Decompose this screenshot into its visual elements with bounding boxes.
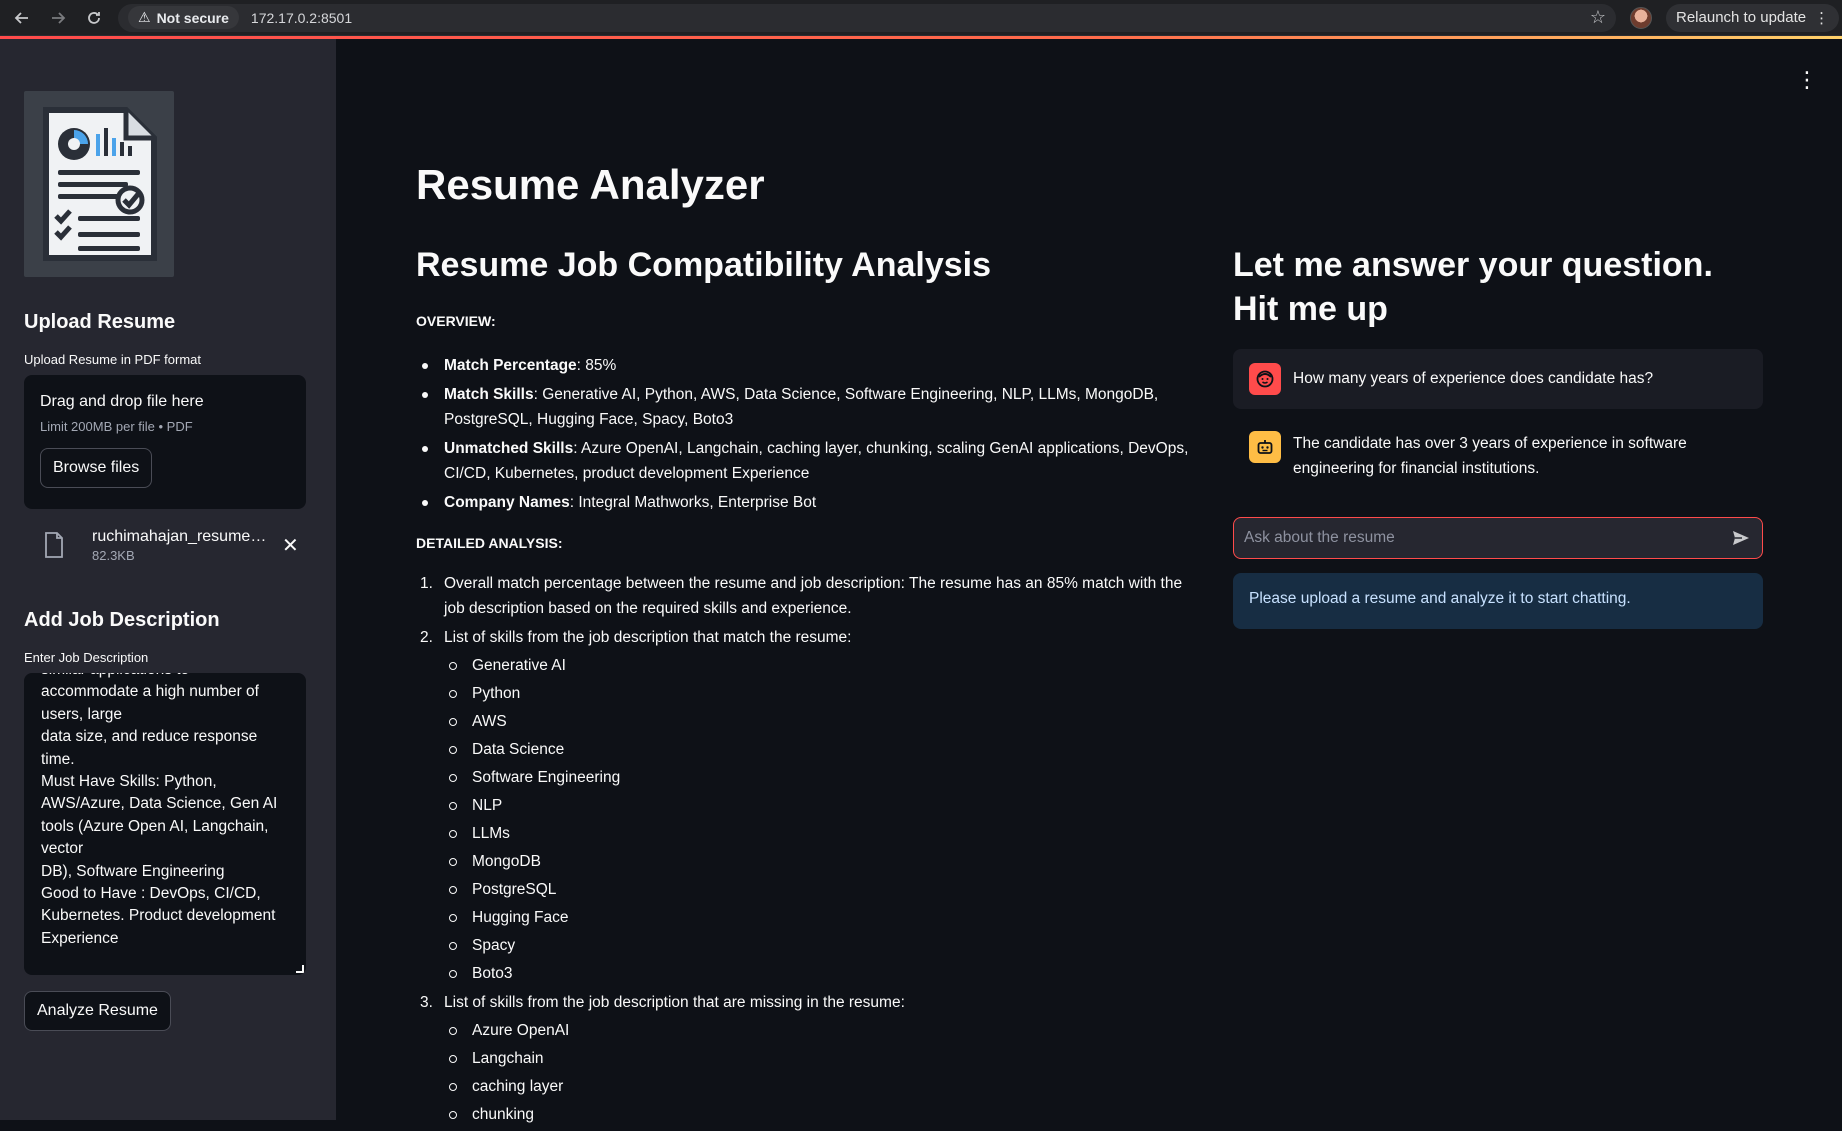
skill-item: NLP	[449, 793, 1196, 818]
skill-item: Data Science	[449, 737, 1196, 762]
browser-toolbar: ⚠ Not secure 172.17.0.2:8501 ☆ Relaunch …	[0, 0, 1842, 36]
chat-input-container[interactable]	[1233, 517, 1763, 559]
relaunch-button[interactable]: Relaunch to update ⋮	[1666, 3, 1840, 32]
dropzone-limit: Limit 200MB per file • PDF	[40, 419, 193, 434]
skill-item: Hugging Face	[449, 905, 1196, 930]
skill-item: chunking	[449, 1102, 1196, 1127]
resume-logo	[24, 91, 174, 277]
page-title: Resume Analyzer	[416, 161, 765, 208]
overview-item: Company Names: Integral Mathworks, Enter…	[422, 490, 1196, 515]
list-item-text: List of skills from the job description …	[444, 994, 905, 1011]
address-bar[interactable]: ⚠ Not secure 172.17.0.2:8501 ☆	[118, 3, 1616, 32]
job-description-text[interactable]: similar applications to accommodate a hi…	[41, 673, 291, 950]
star-icon[interactable]: ☆	[1590, 7, 1606, 28]
list-item-text: List of skills from the job description …	[444, 629, 852, 646]
profile-avatar[interactable]	[1630, 6, 1652, 29]
kebab-menu-icon[interactable]: ⋮	[1814, 9, 1829, 27]
skill-item: Software Engineering	[449, 765, 1196, 790]
overview-item: Match Skills: Generative AI, Python, AWS…	[422, 382, 1196, 432]
overview-key: Match Skills	[444, 386, 534, 403]
missing-skills-list: Azure OpenAI Langchain caching layer chunki…	[444, 1018, 1196, 1127]
detailed-analysis-label: DETAILED ANALYSIS:	[416, 535, 563, 551]
list-item: 3. List of skills from the job descripti…	[420, 990, 1196, 1127]
skill-item: LLMs	[449, 821, 1196, 846]
list-item-text: Overall match percentage between the res…	[444, 575, 1183, 617]
skill-item: Python	[449, 681, 1196, 706]
assistant-message-text: The candidate has over 3 years of experi…	[1293, 435, 1687, 477]
dropzone-title: Drag and drop file here	[40, 393, 204, 410]
skill-item: PostgreSQL	[449, 877, 1196, 902]
chat-input[interactable]	[1244, 529, 1730, 547]
back-arrow-icon[interactable]	[8, 4, 36, 32]
skill-item: Langchain	[449, 1046, 1196, 1071]
list-number: 2.	[420, 629, 433, 646]
close-icon[interactable]: ✕	[282, 533, 299, 558]
security-indicator[interactable]: ⚠ Not secure	[128, 6, 239, 29]
bot-icon	[1249, 431, 1281, 463]
not-secure-label: Not secure	[156, 9, 229, 26]
relaunch-label: Relaunch to update	[1676, 9, 1807, 26]
sidebar: Upload Resume Upload Resume in PDF forma…	[0, 39, 336, 1120]
reload-icon[interactable]	[80, 4, 108, 32]
assistant-chat-message: The candidate has over 3 years of experi…	[1233, 417, 1763, 495]
user-face-icon	[1249, 363, 1281, 395]
overview-label: OVERVIEW:	[416, 313, 496, 329]
user-chat-message: How many years of experience does candid…	[1233, 349, 1763, 409]
chat-heading: Let me answer your question. Hit me up	[1233, 246, 1713, 328]
url-text[interactable]: 172.17.0.2:8501	[251, 10, 352, 26]
detailed-analysis-list: 1. Overall match percentage between the …	[416, 571, 1196, 1127]
overview-value: : Generative AI, Python, AWS, Data Scien…	[444, 386, 1159, 428]
overview-value: : 85%	[576, 357, 617, 374]
overview-key: Company Names	[444, 494, 570, 511]
main-content: ⋮ Resume Analyzer Resume Job Compatibili…	[336, 39, 1842, 1123]
job-description-label: Enter Job Description	[24, 650, 149, 665]
skill-item: Boto3	[449, 961, 1196, 986]
document-file-icon	[45, 532, 63, 558]
info-alert: Please upload a resume and analyze it to…	[1233, 573, 1763, 629]
list-item: 2. List of skills from the job descripti…	[420, 625, 1196, 986]
kebab-menu-icon[interactable]: ⋮	[1796, 67, 1818, 93]
overview-item: Unmatched Skills: Azure OpenAI, Langchai…	[422, 436, 1196, 486]
warning-icon: ⚠	[138, 9, 151, 25]
skill-item: AWS	[449, 709, 1196, 734]
analysis-column: Resume Job Compatibility Analysis OVERVI…	[416, 243, 1196, 1131]
user-message-text: How many years of experience does candid…	[1293, 370, 1654, 387]
file-name: ruchimahajan_resume_...	[92, 527, 272, 545]
file-dropzone[interactable]: Drag and drop file here Limit 200MB per …	[24, 375, 306, 509]
skill-item: caching layer	[449, 1074, 1196, 1099]
upload-resume-label: Upload Resume in PDF format	[24, 352, 202, 367]
overview-key: Unmatched Skills	[444, 440, 574, 457]
list-number: 1.	[420, 575, 433, 592]
resize-handle[interactable]	[296, 965, 304, 973]
upload-resume-header: Upload Resume	[24, 311, 176, 333]
add-job-description-header: Add Job Description	[24, 609, 220, 631]
skill-item: Azure OpenAI	[449, 1018, 1196, 1043]
send-icon[interactable]	[1730, 527, 1752, 549]
overview-item: Match Percentage: 85%	[422, 353, 1196, 378]
uploaded-file: ruchimahajan_resume_... 82.3KB ✕	[24, 523, 312, 567]
overview-key: Match Percentage	[444, 357, 577, 374]
forward-arrow-icon[interactable]	[44, 4, 72, 32]
list-item: 1. Overall match percentage between the …	[420, 571, 1196, 621]
overview-list: Match Percentage: 85% Match Skills: Gener…	[416, 353, 1196, 515]
skill-item: Generative AI	[449, 653, 1196, 678]
analyze-resume-button[interactable]: Analyze Resume	[24, 991, 171, 1031]
file-size: 82.3KB	[92, 547, 135, 563]
browse-files-button[interactable]: Browse files	[40, 448, 153, 488]
chat-column: Let me answer your question. Hit me up H…	[1233, 243, 1763, 629]
analysis-heading: Resume Job Compatibility Analysis	[416, 246, 991, 284]
overview-value: : Integral Mathworks, Enterprise Bot	[569, 494, 817, 511]
list-number: 3.	[420, 994, 433, 1011]
job-description-textarea[interactable]: similar applications to accommodate a hi…	[24, 673, 306, 975]
skill-item: Spacy	[449, 933, 1196, 958]
skill-item: MongoDB	[449, 849, 1196, 874]
matched-skills-list: Generative AI Python AWS Data Science Softwa…	[444, 653, 1196, 986]
